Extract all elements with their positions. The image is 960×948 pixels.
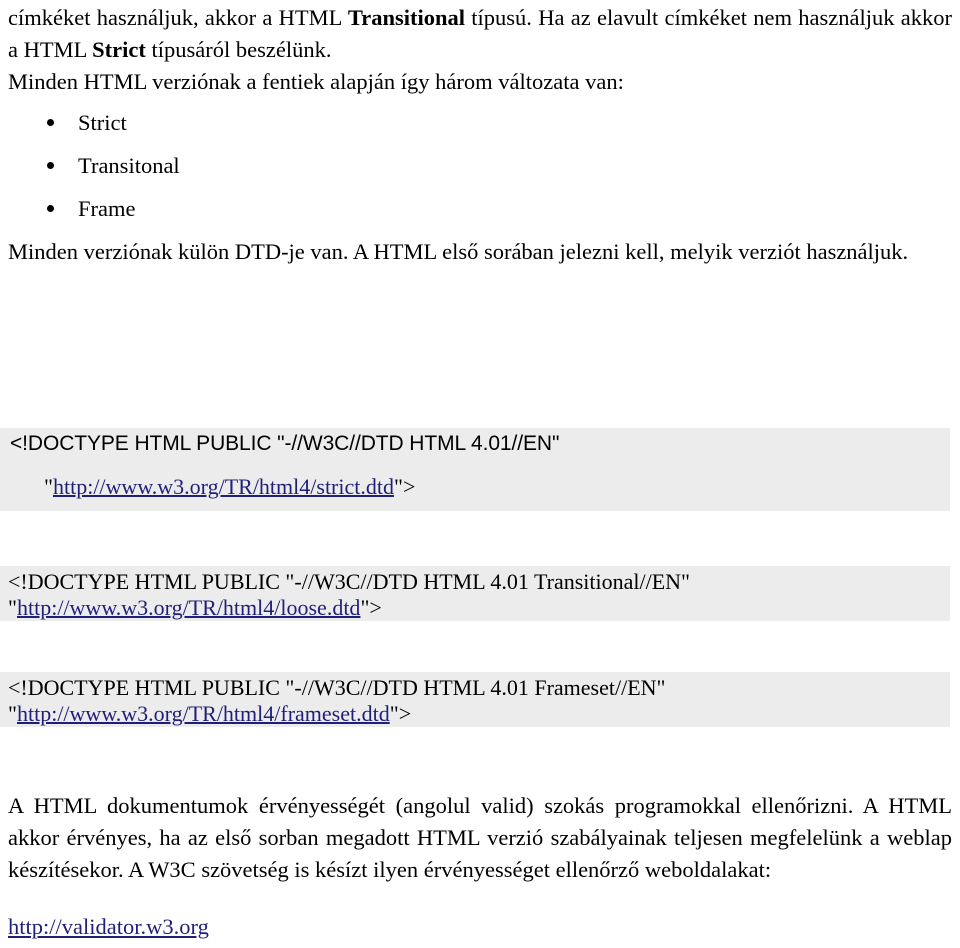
bullet-dot-icon [47,205,54,212]
doctype-declaration-strict: <!DOCTYPE HTML PUBLIC "-//W3C//DTD HTML … [10,432,560,455]
code-block-doctype-frameset: <!DOCTYPE HTML PUBLIC "-//W3C//DTD HTML … [0,672,950,727]
bullet-label-transitonal: Transitonal [78,153,180,178]
document-page: címkéket használjuk, akkor a HTML Transi… [0,0,960,948]
paragraph-dtd-note: Minden verziónak külön DTD-je van. A HTM… [8,239,909,264]
bullet-dot-icon [47,162,54,169]
code-block-doctype-strict: <!DOCTYPE HTML PUBLIC "-//W3C//DTD HTML … [0,428,950,511]
list-item: Frame [0,194,600,237]
link-loose-dtd[interactable]: http://www.w3.org/TR/html4/loose.dtd [17,595,360,620]
link-frameset-dtd[interactable]: http://www.w3.org/TR/html4/frameset.dtd [17,701,390,726]
doctype-url-line-strict: "http://www.w3.org/TR/html4/strict.dtd"> [44,474,415,500]
code-block-doctype-transitional: <!DOCTYPE HTML PUBLIC "-//W3C//DTD HTML … [0,566,950,621]
list-item: Strict [0,108,600,151]
bullet-label-frame: Frame [78,196,136,221]
close-quote-bracket: "> [389,701,412,726]
bullet-dot-icon [47,119,54,126]
doctype-url-line-frameset: "http://www.w3.org/TR/html4/frameset.dtd… [8,701,411,727]
close-quote-bracket: "> [360,595,382,620]
bold-strict: Strict [92,37,146,62]
bold-transitional: Transitional [347,5,465,30]
bullet-label-strict: Strict [78,110,127,135]
open-quote: " [8,701,17,726]
paragraph-validation: A HTML dokumentumok érvényességét (angol… [8,793,952,882]
intro-text-part-3: típusáról beszélünk. [145,37,332,62]
doctype-url-line-transitional: "http://www.w3.org/TR/html4/loose.dtd"> [8,595,382,621]
open-quote: " [8,595,17,620]
paragraph-intro-continuation: címkéket használjuk, akkor a HTML Transi… [8,2,952,66]
list-item: Transitonal [0,151,600,194]
version-bullet-list: Strict Transitonal Frame [0,108,600,237]
open-quote: " [44,474,53,499]
doctype-declaration-transitional: <!DOCTYPE HTML PUBLIC "-//W3C//DTD HTML … [8,569,691,594]
intro-text-part-1: címkéket használjuk, akkor a HTML [8,5,348,30]
close-quote-bracket: "> [393,474,416,499]
link-strict-dtd[interactable]: http://www.w3.org/TR/html4/strict.dtd [53,474,394,499]
doctype-declaration-frameset: <!DOCTYPE HTML PUBLIC "-//W3C//DTD HTML … [8,675,666,700]
link-validator-w3-org[interactable]: http://validator.w3.org [8,914,209,940]
paragraph-versions-intro: Minden HTML verziónak a fentiek alapján … [8,69,624,94]
